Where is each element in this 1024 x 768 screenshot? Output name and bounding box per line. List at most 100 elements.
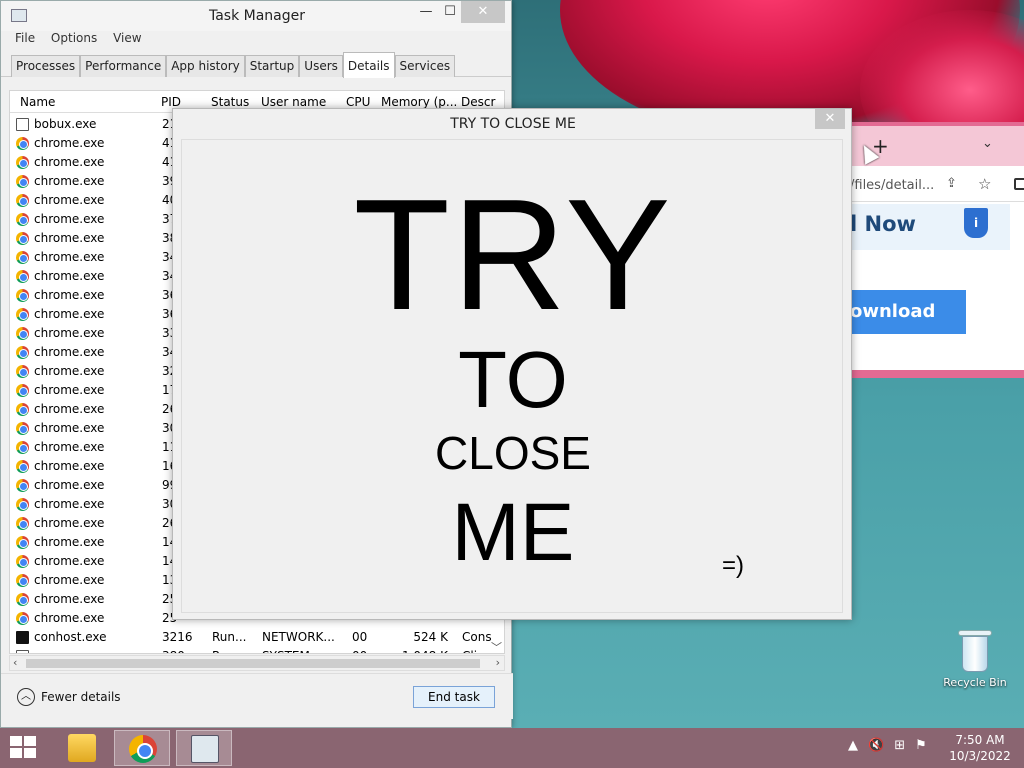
close-button[interactable]: ✕ xyxy=(461,1,505,23)
app-icon xyxy=(16,650,29,653)
cell-name: chrome.exe xyxy=(34,174,105,188)
browser-border xyxy=(850,370,1024,378)
browser-window[interactable]: + ⌄ /files/detail... ⇪ ☆ l Now i ownload xyxy=(850,122,1024,378)
tab-performance[interactable]: Performance xyxy=(80,55,167,77)
recycle-bin-label: Recycle Bin xyxy=(943,676,1007,689)
cell-name: chrome.exe xyxy=(34,250,105,264)
menu-file[interactable]: File xyxy=(9,31,41,45)
cell-name: chrome.exe xyxy=(34,307,105,321)
cell-name: chrome.exe xyxy=(34,288,105,302)
tab-details[interactable]: Details xyxy=(342,52,395,78)
clock-time: 7:50 AM xyxy=(955,733,1005,747)
table-row[interactable]: csrss.exe 380 Run... SYSTEM 00 1,048 K Clien xyxy=(10,647,504,653)
chrome-icon xyxy=(16,270,29,283)
footer: ︿ Fewer details End task xyxy=(1,673,513,719)
download-button[interactable]: ownload xyxy=(850,290,966,334)
popup-title: TRY TO CLOSE ME xyxy=(450,116,576,132)
cell-name: chrome.exe xyxy=(34,497,105,511)
sort-arrow-icon: ^ xyxy=(82,90,90,98)
maximize-button[interactable]: ☐ xyxy=(437,1,463,23)
taskbar-task-manager[interactable] xyxy=(176,730,232,766)
cell-memory: 524 K xyxy=(413,630,448,644)
cell-name: chrome.exe xyxy=(34,554,105,568)
taskbar-file-explorer[interactable] xyxy=(54,730,110,766)
column-cpu[interactable]: CPU xyxy=(346,95,370,109)
cell-name: chrome.exe xyxy=(34,592,105,606)
column-user-name[interactable]: User name xyxy=(261,95,326,109)
column-name[interactable]: Name xyxy=(20,95,55,109)
windows-logo-icon xyxy=(10,736,22,746)
popup-window[interactable]: TRY TO CLOSE ME ✕ TRY TO CLOSE ME =) xyxy=(172,108,852,620)
volume-muted-icon[interactable]: 🔇 xyxy=(868,738,884,753)
table-row[interactable]: conhost.exe 3216 Run... NETWORK... 00 524 K Co… xyxy=(10,628,504,647)
share-icon[interactable]: ⇪ xyxy=(946,176,957,191)
tab-strip: Processes Performance App history Startup Us… xyxy=(1,51,511,78)
cell-name: chrome.exe xyxy=(34,535,105,549)
chrome-icon xyxy=(16,327,29,340)
app-icon xyxy=(16,118,29,131)
cell-desc: Cons xyxy=(462,630,492,644)
minimize-button[interactable]: — xyxy=(413,1,439,23)
cell-name: bobux.exe xyxy=(34,117,97,131)
chrome-icon xyxy=(16,536,29,549)
chrome-icon xyxy=(16,289,29,302)
cell-user: NETWORK... xyxy=(262,630,335,644)
clock[interactable]: 7:50 AM 10/3/2022 xyxy=(944,732,1016,764)
scrollbar-thumb[interactable] xyxy=(26,659,480,668)
popup-close-button[interactable]: ✕ xyxy=(815,109,845,129)
action-center-icon[interactable]: ⚑ xyxy=(915,738,927,753)
tab-search-chevron-icon[interactable]: ⌄ xyxy=(982,136,993,151)
fewer-details-button[interactable]: ︿ Fewer details xyxy=(17,688,121,706)
cell-name: chrome.exe xyxy=(34,364,105,378)
cell-cpu: 00 xyxy=(352,649,367,653)
word-me: ME xyxy=(451,487,575,578)
column-description[interactable]: Descr xyxy=(461,95,495,109)
end-task-button[interactable]: End task xyxy=(413,686,495,708)
menu-bar: File Options View xyxy=(1,31,511,51)
cell-pid: 380 xyxy=(162,649,185,653)
menu-options[interactable]: Options xyxy=(45,31,103,45)
column-status[interactable]: Status xyxy=(211,95,249,109)
smiley-text: =) xyxy=(722,552,745,579)
network-icon[interactable]: ⊞ xyxy=(894,738,905,753)
bookmark-star-icon[interactable]: ☆ xyxy=(978,175,991,193)
chrome-icon xyxy=(16,251,29,264)
start-button[interactable] xyxy=(10,736,38,760)
chrome-icon xyxy=(16,403,29,416)
recycle-bin[interactable]: Recycle Bin xyxy=(938,630,1012,689)
extensions-icon[interactable] xyxy=(1014,178,1024,190)
column-pid[interactable]: PID xyxy=(161,95,181,109)
taskbar-chrome[interactable] xyxy=(114,730,170,766)
cell-status: Run... xyxy=(212,630,247,644)
tab-services[interactable]: Services xyxy=(394,55,456,77)
scroll-down-icon[interactable]: ﹀ xyxy=(491,639,502,655)
cell-pid: 3216 xyxy=(162,630,193,644)
chrome-icon xyxy=(16,308,29,321)
url-text[interactable]: /files/detail... xyxy=(850,178,934,193)
column-memory[interactable]: Memory (p... xyxy=(381,95,457,109)
cell-name: conhost.exe xyxy=(34,630,107,644)
cell-name: csrss.exe xyxy=(34,649,89,653)
chrome-icon xyxy=(16,460,29,473)
recycle-bin-icon xyxy=(958,630,992,672)
show-hidden-icons-icon[interactable]: ▲ xyxy=(848,738,858,753)
tab-users[interactable]: Users xyxy=(299,55,343,77)
chrome-icon xyxy=(16,156,29,169)
tab-processes[interactable]: Processes xyxy=(11,55,81,77)
chrome-icon xyxy=(16,479,29,492)
scroll-left-icon[interactable]: ‹ xyxy=(13,656,17,669)
title-bar[interactable]: Task Manager — ☐ ✕ xyxy=(1,1,511,31)
chrome-icon xyxy=(16,612,29,625)
scroll-right-icon[interactable]: › xyxy=(496,656,500,669)
cell-name: chrome.exe xyxy=(34,611,105,625)
cell-name: chrome.exe xyxy=(34,459,105,473)
horizontal-scrollbar[interactable]: ‹ › xyxy=(9,655,505,671)
chrome-icon xyxy=(16,365,29,378)
tab-startup[interactable]: Startup xyxy=(244,55,300,77)
chrome-icon xyxy=(129,735,157,763)
menu-view[interactable]: View xyxy=(107,31,147,45)
chrome-icon xyxy=(16,574,29,587)
tab-app-history[interactable]: App history xyxy=(166,55,245,77)
address-bar[interactable]: /files/detail... ⇪ ☆ xyxy=(850,166,1024,202)
cell-name: chrome.exe xyxy=(34,573,105,587)
